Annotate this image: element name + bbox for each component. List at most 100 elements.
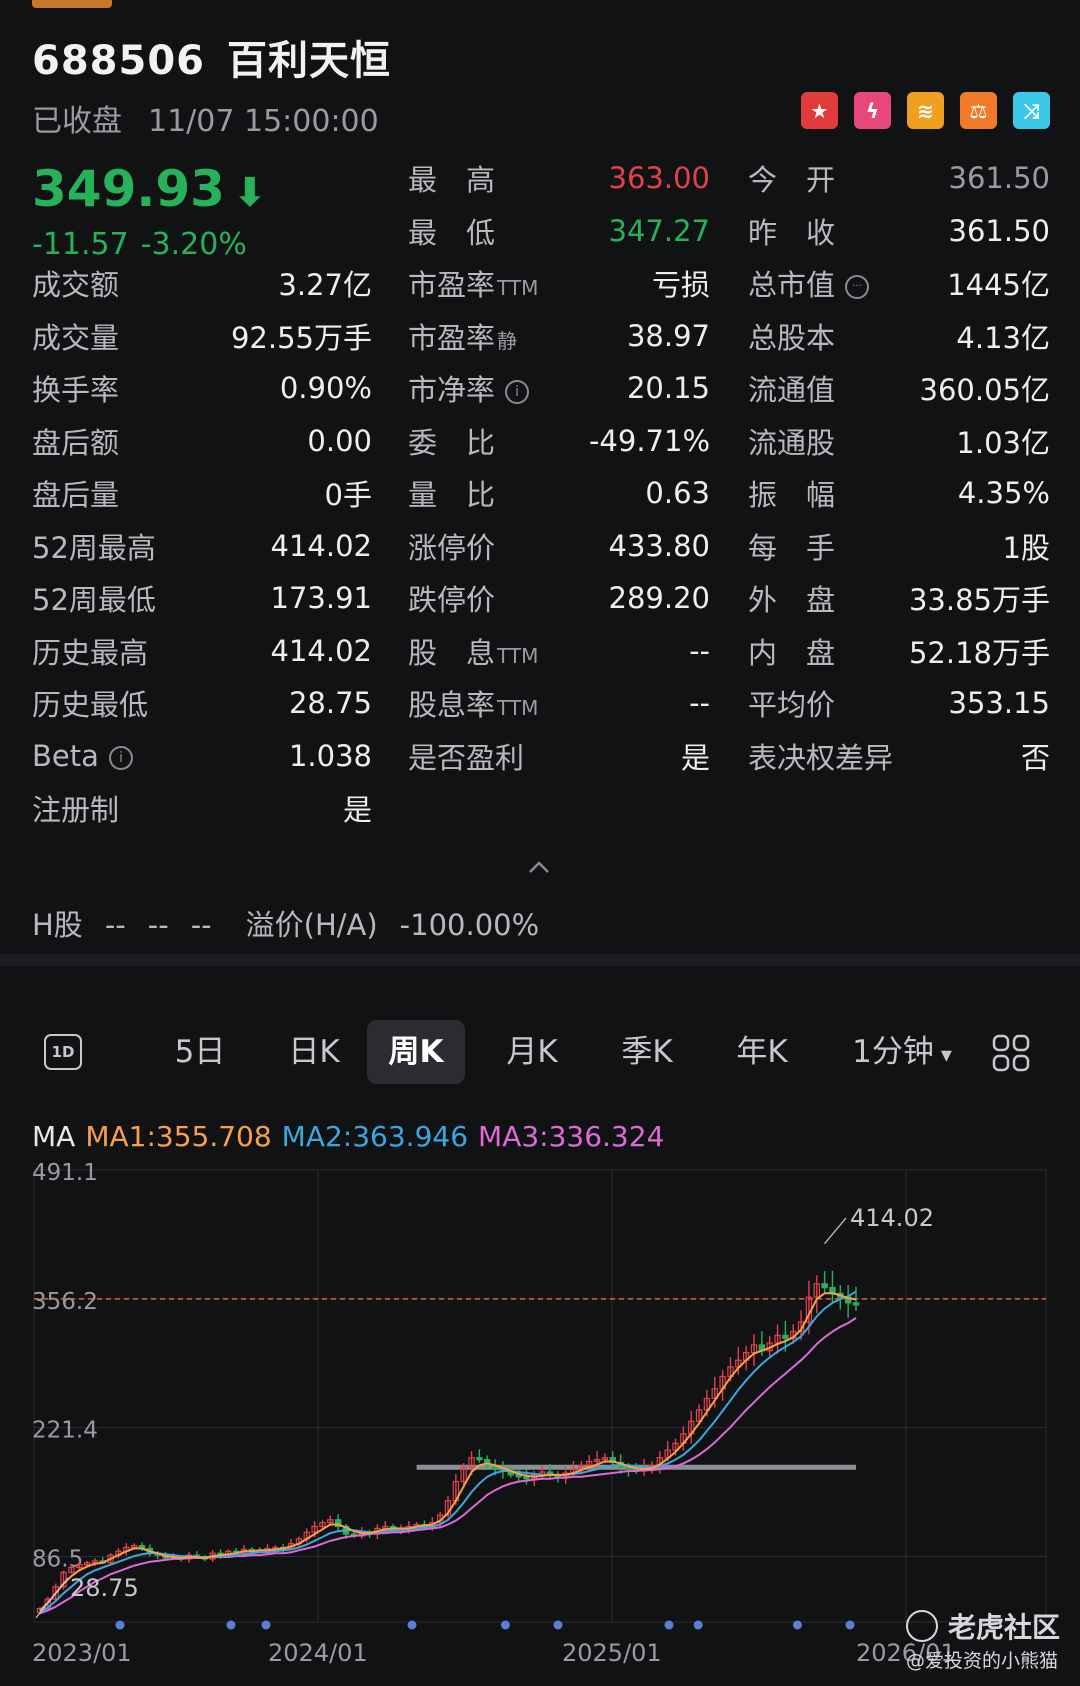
stat-col1-4: 盘后量 0手 bbox=[32, 473, 372, 513]
stat-label: 跌停价 bbox=[408, 577, 495, 619]
stat-label-text: 历史最高 bbox=[32, 635, 149, 670]
ma-legend: MA MA1:355.708 MA2:363.946 MA3:336.324 bbox=[32, 1120, 664, 1153]
stat-col3-6: 振 幅 4.35% bbox=[748, 473, 1050, 513]
info-icon[interactable]: i bbox=[505, 380, 530, 404]
info-icon[interactable]: i bbox=[108, 745, 133, 770]
tab-0[interactable]: 5日 bbox=[150, 1020, 250, 1084]
y-tick-label: 356.2 bbox=[32, 1289, 98, 1315]
stat-label: 盘后额 bbox=[32, 420, 119, 462]
tab-2[interactable]: 周K bbox=[367, 1020, 465, 1084]
stat-col1-1: 成交量 92.55万手 bbox=[32, 316, 372, 356]
stat-label-text: 流通股 bbox=[748, 425, 836, 460]
event-marker-dot bbox=[792, 1620, 802, 1630]
stat-value: 是 bbox=[680, 740, 710, 775]
stat-label: 股息率 TTM bbox=[408, 682, 538, 724]
stat-col3-4: 流通值 360.05亿 bbox=[748, 368, 1050, 408]
stat-col2-1: 最 低 347.27 bbox=[408, 211, 710, 251]
stat-value: 1.03亿 bbox=[956, 425, 1050, 460]
stat-label-suffix: TTM bbox=[497, 696, 539, 720]
event-marker-dot bbox=[226, 1620, 236, 1630]
stat-value: 414.02 bbox=[270, 633, 372, 668]
grid-menu-icon[interactable] bbox=[992, 1034, 1030, 1072]
tab-label: 周K bbox=[388, 1034, 444, 1070]
watermark-credit: @爱投资的小熊猫 bbox=[906, 1650, 1059, 1672]
tab-1[interactable]: 日K bbox=[264, 1020, 364, 1084]
y-tick-label: 221.4 bbox=[32, 1418, 98, 1444]
event-marker-dot bbox=[553, 1620, 563, 1630]
stat-label: 平均价 bbox=[748, 682, 835, 724]
stat-label: 今 开 bbox=[748, 157, 835, 199]
more-icon[interactable]: ··· bbox=[845, 275, 870, 299]
stat-col2-9: 股 息 TTM -- bbox=[408, 631, 710, 671]
y-tick-label: 86.5 bbox=[32, 1547, 83, 1573]
stat-value: 4.13亿 bbox=[956, 320, 1050, 355]
stat-col2-4: 市净率 i 20.15 bbox=[408, 368, 710, 408]
stat-col2-7: 涨停价 433.80 bbox=[408, 526, 710, 566]
chevron-up-icon[interactable] bbox=[528, 860, 550, 874]
stat-value: 361.50 bbox=[948, 213, 1050, 248]
stat-label-text: 委 比 bbox=[408, 425, 496, 460]
lightning-icon[interactable]: ϟ bbox=[854, 92, 891, 129]
stat-col1-5: 52周最高 414.02 bbox=[32, 526, 372, 566]
stat-label-text: 历史最低 bbox=[32, 688, 149, 722]
tab-label: 5日 bbox=[174, 1034, 226, 1070]
tab-5[interactable]: 年K bbox=[712, 1020, 812, 1084]
stat-label: 最 低 bbox=[408, 210, 495, 252]
stat-value: -- bbox=[689, 633, 710, 668]
stat-col2-8: 跌停价 289.20 bbox=[408, 578, 710, 618]
stat-label: 市盈率 TTM bbox=[408, 262, 538, 304]
stock-name: 百利天恒 bbox=[227, 38, 391, 84]
status-time: 11/07 15:00:00 bbox=[148, 104, 379, 139]
event-marker-dot bbox=[664, 1620, 674, 1630]
stat-value: 92.55万手 bbox=[230, 320, 372, 355]
stat-value: 1445亿 bbox=[947, 268, 1050, 302]
x-tick-label: 2024/01 bbox=[268, 1639, 368, 1667]
stat-label: 盘后量 bbox=[32, 472, 119, 514]
stat-label-text: 今 开 bbox=[748, 163, 836, 197]
scale-icon[interactable]: ⚖ bbox=[960, 92, 997, 129]
event-marker-dot bbox=[407, 1620, 417, 1630]
stat-label-text: 最 高 bbox=[408, 163, 496, 197]
stat-label-text: 盘后量 bbox=[32, 478, 120, 512]
ma2-legend: MA2:363.946 bbox=[281, 1120, 469, 1153]
stat-value: 347.27 bbox=[608, 213, 710, 248]
china-flag-icon[interactable]: ★ bbox=[801, 92, 838, 129]
tab-4[interactable]: 季K bbox=[597, 1020, 697, 1084]
stat-label: 内 盘 bbox=[748, 630, 835, 672]
tab-label: 年K bbox=[736, 1034, 788, 1070]
coins-icon[interactable]: ≋ bbox=[907, 92, 944, 129]
stat-value: 0.63 bbox=[645, 476, 710, 510]
stat-label: 外 盘 bbox=[748, 577, 835, 619]
h-share-v3: -- bbox=[190, 908, 212, 942]
stat-label-text: 成交量 bbox=[32, 320, 120, 355]
section-divider bbox=[0, 954, 1080, 966]
tab-label: 季K bbox=[621, 1034, 673, 1070]
stat-label: 成交量 bbox=[32, 315, 119, 357]
tiger-logo-icon bbox=[906, 1610, 938, 1642]
stat-label: 52周最低 bbox=[32, 577, 156, 619]
kline-tabs: 1D 5日 日K 周K 月K 季K 年K 1分钟 ▾ bbox=[32, 1020, 1052, 1086]
x-tick-label: 2025/01 bbox=[562, 1639, 662, 1667]
stat-label: Beta i bbox=[32, 739, 133, 773]
stat-label-text: 涨停价 bbox=[408, 530, 496, 565]
x-tick-label: 2023/01 bbox=[32, 1639, 132, 1667]
tab-3[interactable]: 月K bbox=[482, 1020, 582, 1084]
stat-col3-8: 外 盘 33.85万手 bbox=[748, 578, 1050, 618]
stat-label-text: 跌停价 bbox=[408, 583, 496, 617]
stat-label-text: 表决权差异 bbox=[748, 740, 894, 775]
stat-value: -- bbox=[689, 686, 710, 720]
tab-6[interactable]: 1分钟 ▾ bbox=[827, 1020, 977, 1084]
stat-label-text: 是否盈利 bbox=[408, 740, 525, 775]
shuffle-icon[interactable]: ⤨ bbox=[1013, 92, 1050, 129]
1d-icon[interactable]: 1D bbox=[44, 1034, 82, 1070]
stat-label-text: 注册制 bbox=[32, 793, 120, 827]
tab-label: 日K bbox=[288, 1034, 340, 1070]
stat-col3-5: 流通股 1.03亿 bbox=[748, 421, 1050, 461]
stat-label-text: 市净率 bbox=[408, 373, 496, 407]
stat-label: 总市值 ··· bbox=[748, 262, 870, 304]
stat-value: 414.02 bbox=[270, 528, 372, 563]
last-price: 349.93 ⬇ bbox=[32, 160, 266, 218]
stat-label-text: 换手率 bbox=[32, 373, 120, 407]
stat-label: 委 比 bbox=[408, 420, 495, 462]
stat-col2-10: 股息率 TTM -- bbox=[408, 683, 710, 723]
